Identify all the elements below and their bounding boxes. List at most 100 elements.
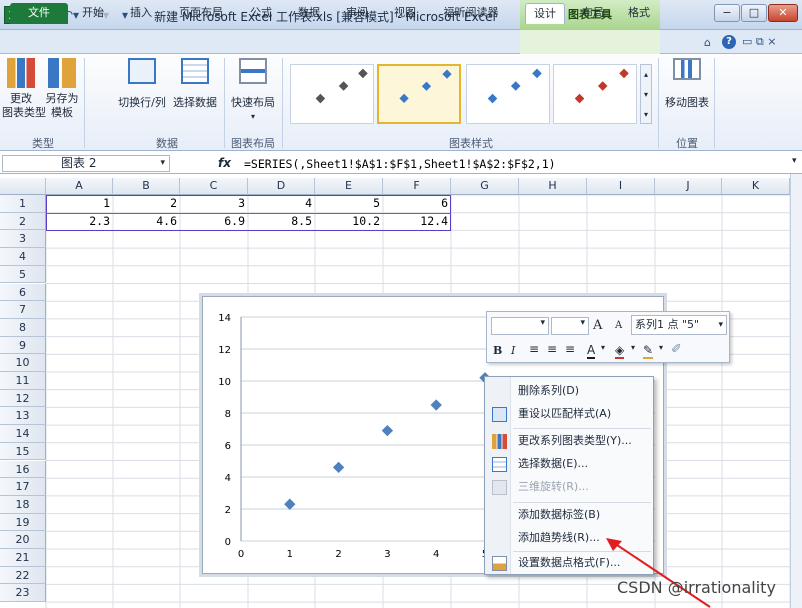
tab-home[interactable]: 开始 [76, 3, 110, 24]
row-header-18[interactable]: 18 [0, 495, 46, 514]
italic-button[interactable]: I [511, 344, 515, 357]
column-header-j[interactable]: J [655, 178, 722, 195]
formula-input[interactable]: =SERIES(,Sheet1!$A$1:$F$1,Sheet1!$A$2:$F… [244, 157, 556, 171]
row-header-1[interactable]: 1 [0, 195, 46, 213]
tab-page-layout[interactable]: 页面布局 [172, 3, 230, 24]
tab-chart-format[interactable]: 格式 [620, 3, 658, 24]
close-button[interactable]: ✕ [768, 4, 798, 22]
row-header-3[interactable]: 3 [0, 230, 46, 249]
chart-style-4[interactable] [553, 64, 637, 124]
menu-item-select-data[interactable]: 选择数据(E)... [486, 454, 652, 475]
font-name-combo[interactable]: ▾ [491, 317, 549, 335]
switch-row-column-button[interactable]: 切换行/列 [114, 58, 170, 110]
minimize-ribbon-icon[interactable]: ⌂ [704, 36, 711, 49]
quick-layout-button[interactable]: 快速布局 ▾ [228, 58, 278, 124]
save-as-template-button[interactable]: 另存为 模板 [42, 58, 82, 120]
gallery-scroll[interactable]: ▴ ▾ ▾ [640, 64, 652, 124]
align-right-icon[interactable]: ≡ [565, 342, 575, 356]
menu-item-reset-style[interactable]: 重设以匹配样式(A) [486, 404, 652, 425]
tab-file[interactable]: 文件 [10, 3, 68, 24]
insert-function-icon[interactable]: fx [218, 156, 231, 170]
column-header-c[interactable]: C [180, 178, 248, 195]
minimize-button[interactable]: − [714, 4, 740, 22]
outline-color-icon[interactable]: ✎ [643, 343, 654, 359]
chart-element-select[interactable]: 系列1 点 "5" ▾ [631, 315, 727, 335]
name-box[interactable]: 图表 2 ▾ [2, 155, 170, 172]
maximize-button[interactable]: □ [741, 4, 767, 22]
help-icon[interactable]: ? [722, 35, 736, 49]
x-tick-label: 3 [384, 549, 390, 560]
font-size-combo[interactable]: ▾ [551, 317, 589, 335]
chart-style-1[interactable] [290, 64, 374, 124]
style-preview-icon [399, 69, 452, 104]
row-header-22[interactable]: 22 [0, 566, 46, 585]
row-header-19[interactable]: 19 [0, 513, 46, 532]
chart-style-2-selected[interactable] [377, 64, 461, 124]
tab-chart-layout[interactable]: 布局 [574, 3, 612, 24]
tab-formulas[interactable]: 公式 [244, 3, 278, 24]
chart-style-3[interactable] [466, 64, 550, 124]
format-painter-icon[interactable]: ✐ [671, 342, 682, 357]
workbook-window-controls-icon[interactable]: ▭ ⧉ ⨯ [742, 35, 776, 49]
menu-item-3d-rotation[interactable]: 三维旋转(R)... [486, 477, 652, 498]
y-tick-label: 14 [218, 313, 231, 324]
row-header-20[interactable]: 20 [0, 531, 46, 549]
row-header-7[interactable]: 7 [0, 301, 46, 319]
row-header-13[interactable]: 13 [0, 407, 46, 426]
font-color-icon[interactable]: A [587, 343, 596, 359]
tab-view[interactable]: 视图 [388, 3, 422, 24]
row-header-9[interactable]: 9 [0, 336, 46, 355]
column-header-a[interactable]: A [46, 178, 113, 195]
row-header-15[interactable]: 15 [0, 442, 46, 461]
row-header-11[interactable]: 11 [0, 372, 46, 390]
row-header-17[interactable]: 17 [0, 478, 46, 496]
data-point[interactable] [332, 461, 345, 474]
data-point[interactable] [381, 424, 394, 437]
row-header-5[interactable]: 5 [0, 265, 46, 284]
column-header-i[interactable]: I [587, 178, 655, 195]
tab-foxit-reader[interactable]: 福昕阅读器 [436, 3, 506, 24]
shrink-font-button[interactable]: A [615, 320, 622, 331]
change-chart-type-button[interactable]: 更改 图表类型 [2, 58, 46, 120]
data-point[interactable] [284, 498, 296, 510]
row-header-8[interactable]: 8 [0, 318, 46, 337]
row-header-16[interactable]: 16 [0, 460, 46, 479]
vertical-scrollbar[interactable] [790, 174, 802, 608]
row-header-14[interactable]: 14 [0, 425, 46, 443]
chevron-down-icon[interactable]: ▾ [601, 343, 605, 352]
column-header-k[interactable]: K [722, 178, 790, 195]
fill-color-icon[interactable]: ◈ [615, 343, 625, 359]
ribbon-separator [84, 58, 85, 148]
select-all-corner[interactable] [0, 178, 46, 195]
grow-font-button[interactable]: A [593, 318, 602, 333]
column-header-f[interactable]: F [383, 178, 451, 195]
column-header-d[interactable]: D [248, 178, 315, 195]
row-header-4[interactable]: 4 [0, 248, 46, 266]
column-header-h[interactable]: H [519, 178, 587, 195]
row-header-23[interactable]: 23 [0, 584, 46, 603]
move-chart-button[interactable]: 移动图表 [662, 58, 712, 110]
menu-item-delete-series[interactable]: 删除系列(D) [486, 381, 652, 402]
tab-design[interactable]: 设计 [525, 3, 565, 24]
menu-item-change-series-chart-type[interactable]: 更改系列图表类型(Y)... [486, 431, 652, 452]
menu-item-add-data-labels[interactable]: 添加数据标签(B) [486, 505, 652, 526]
align-left-icon[interactable]: ≡ [529, 342, 539, 356]
data-point[interactable] [430, 399, 442, 411]
row-header-12[interactable]: 12 [0, 389, 46, 408]
chevron-down-icon[interactable]: ▾ [659, 343, 663, 352]
row-header-6[interactable]: 6 [0, 283, 46, 302]
row-header-10[interactable]: 10 [0, 354, 46, 372]
select-data-button[interactable]: 选择数据 [170, 58, 220, 110]
column-header-b[interactable]: B [113, 178, 180, 195]
tab-data[interactable]: 数据 [292, 3, 326, 24]
bold-button[interactable]: B [493, 344, 502, 357]
align-center-icon[interactable]: ≡ [547, 342, 557, 356]
expand-formula-icon[interactable]: ▾ [792, 156, 802, 166]
column-header-g[interactable]: G [451, 178, 519, 195]
row-header-21[interactable]: 21 [0, 549, 46, 567]
row-header-2[interactable]: 2 [0, 212, 46, 231]
chevron-down-icon[interactable]: ▾ [631, 343, 635, 352]
tab-insert[interactable]: 插入 [124, 3, 158, 24]
tab-review[interactable]: 审阅 [340, 3, 374, 24]
column-header-e[interactable]: E [315, 178, 383, 195]
